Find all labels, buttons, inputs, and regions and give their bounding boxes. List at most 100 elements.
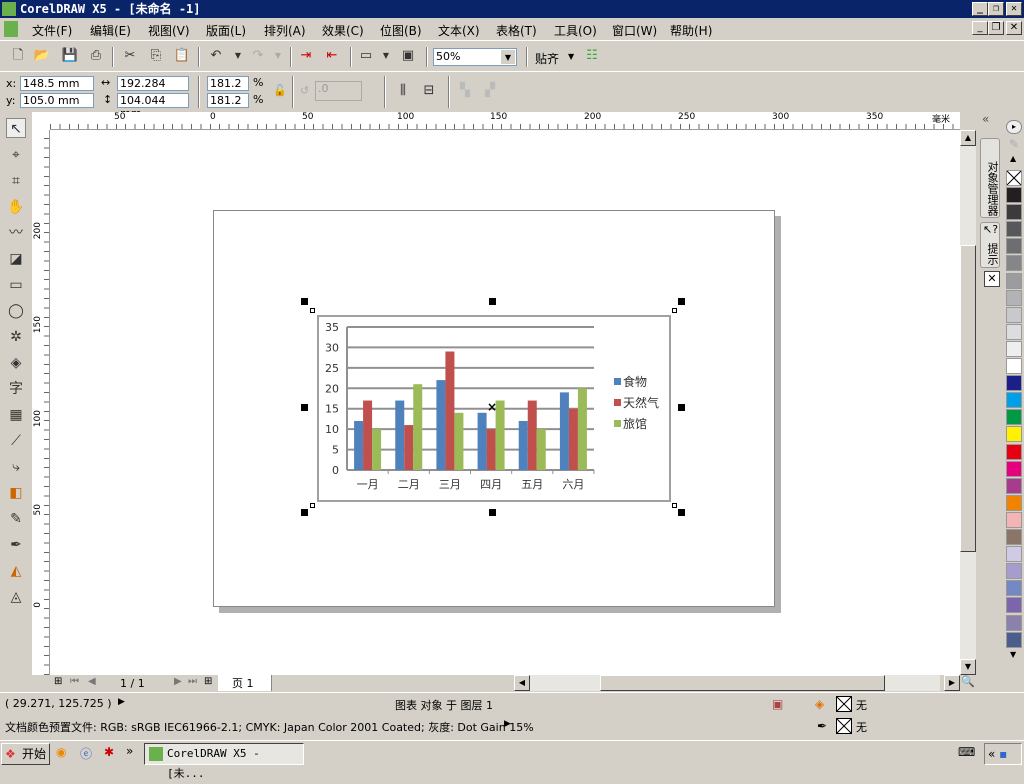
scroll-up-button[interactable]: ▲ [960, 130, 976, 146]
interactive-fill-icon[interactable]: ◬ [6, 587, 26, 607]
snap-dropdown-icon[interactable]: ▼ [568, 52, 574, 61]
node-handle[interactable] [672, 308, 677, 313]
fill-tool-icon[interactable]: ◭ [6, 561, 26, 581]
rotation-field[interactable]: .0 [315, 81, 362, 101]
zoom-level-select[interactable]: 50% ▼ [433, 48, 517, 66]
scale-y-field[interactable]: 181.2 [207, 93, 249, 108]
selection-handle[interactable] [678, 509, 685, 516]
close-docker-icon[interactable]: ✕ [984, 271, 1000, 287]
add-page-after-icon[interactable]: ⊞ [204, 676, 212, 687]
vertical-scrollbar[interactable]: ▲ ▼ [960, 130, 976, 675]
vertical-ruler[interactable]: 200 150 100 50 0 [32, 130, 50, 675]
undo-dropdown-icon[interactable]: ▼ [228, 46, 248, 66]
application-launcher-icon[interactable]: ▭ [356, 46, 376, 66]
scroll-left-button[interactable]: ◀ [514, 675, 530, 691]
menu-window[interactable]: 窗口(W) [612, 22, 657, 39]
palette-swatch[interactable] [1006, 272, 1022, 289]
eyedropper-palette-icon[interactable]: ✎ [1009, 137, 1019, 151]
menu-layout[interactable]: 版面(L) [206, 22, 246, 39]
freehand-tool-icon[interactable]: 〰 [6, 223, 26, 243]
menu-bitmaps[interactable]: 位图(B) [380, 22, 422, 39]
fill-swatch[interactable] [836, 696, 852, 712]
menu-help[interactable]: 帮助(H) [670, 22, 712, 39]
keyboard-icon[interactable]: ⌨ [958, 745, 975, 759]
palette-swatch[interactable] [1006, 443, 1022, 460]
quicklaunch-icon[interactable]: ✱ [104, 745, 114, 759]
first-page-icon[interactable]: ⏮ [70, 676, 79, 687]
maximize-button[interactable]: ❐ [988, 2, 1004, 16]
smart-fill-icon[interactable]: ◪ [6, 249, 26, 269]
rectangle-tool-icon[interactable]: ▭ [6, 275, 26, 295]
dimension-tool-icon[interactable]: ⟋ [6, 431, 26, 451]
horizontal-scrollbar[interactable] [530, 675, 940, 691]
redo-icon[interactable]: ↷ [248, 46, 268, 66]
polygon-tool-icon[interactable]: ✲ [6, 327, 26, 347]
add-page-icon[interactable]: ⊞ [54, 676, 62, 687]
print-icon[interactable]: ⎙ [86, 46, 106, 66]
palette-swatch[interactable] [1006, 631, 1022, 648]
welcome-screen-icon[interactable]: ▣ [398, 46, 418, 66]
palette-swatch[interactable] [1006, 221, 1022, 238]
shape-tool-icon[interactable]: ⌖ [6, 145, 26, 165]
palette-swatch[interactable] [1006, 323, 1022, 340]
h-scroll-thumb[interactable] [600, 675, 885, 691]
selection-handle[interactable] [678, 298, 685, 305]
palette-scroll-up-icon[interactable]: ▲ [1010, 154, 1016, 163]
palette-swatch[interactable] [1006, 375, 1022, 392]
menu-edit[interactable]: 编辑(E) [90, 22, 131, 39]
node-handle[interactable] [310, 503, 315, 508]
quicklaunch-more-icon[interactable]: » [126, 744, 133, 758]
palette-swatch[interactable] [1006, 494, 1022, 511]
last-page-icon[interactable]: ⏭ [188, 676, 197, 687]
palette-swatch[interactable] [1006, 529, 1022, 545]
snap-to-button[interactable]: 贴齐 [535, 50, 559, 67]
palette-swatch[interactable] [1006, 358, 1022, 374]
lock-ratio-icon[interactable]: 🔓 [273, 84, 287, 97]
connector-tool-icon[interactable]: ⤷ [6, 457, 26, 477]
new-icon[interactable]: 🗋 [8, 46, 28, 66]
ruler-origin[interactable] [32, 112, 50, 130]
launcher-dropdown-icon[interactable]: ▼ [376, 46, 396, 66]
palette-swatch[interactable] [1006, 597, 1022, 614]
palette-swatch[interactable] [1006, 392, 1022, 409]
palette-swatch[interactable] [1006, 255, 1022, 272]
menu-effects[interactable]: 效果(C) [322, 22, 364, 39]
doc-close-button[interactable]: ✕ [1006, 21, 1022, 35]
palette-menu-icon[interactable]: ▸ [1006, 120, 1022, 134]
palette-swatch[interactable] [1006, 187, 1022, 203]
node-handle[interactable] [672, 503, 677, 508]
text-tool-icon[interactable]: 字 [6, 379, 26, 399]
menu-text[interactable]: 文本(X) [438, 22, 480, 39]
color-proof-icon[interactable]: ▣ [772, 697, 783, 711]
export-icon[interactable]: ⇤ [322, 46, 342, 66]
menu-tools[interactable]: 工具(O) [554, 22, 597, 39]
media-player-icon[interactable]: ◉ [56, 745, 66, 759]
page-tab[interactable]: 页 1 [218, 675, 272, 691]
pan-tool-icon[interactable]: ✋ [6, 197, 26, 217]
palette-swatch[interactable] [1006, 306, 1022, 323]
import-icon[interactable]: ⇥ [296, 46, 316, 66]
palette-swatch[interactable] [1006, 238, 1022, 255]
palette-swatch[interactable] [1006, 563, 1022, 580]
zoom-navigator-icon[interactable]: 🔍 [961, 675, 975, 688]
height-field[interactable]: 104.044 mm [117, 93, 189, 120]
eyedropper-icon[interactable]: ✎ [6, 509, 26, 529]
scroll-down-button[interactable]: ▼ [960, 659, 976, 675]
y-position-field[interactable]: 105.0 mm [20, 93, 94, 108]
menu-arrange[interactable]: 排列(A) [264, 22, 306, 39]
crop-tool-icon[interactable]: ⌗ [6, 171, 26, 191]
prev-page-icon[interactable]: ◀ [88, 676, 96, 687]
network-icon[interactable]: ▪ [999, 747, 1007, 761]
cut-icon[interactable]: ✂ [120, 46, 140, 66]
mirror-horizontal-icon[interactable]: ⫼ [393, 81, 413, 101]
undo-icon[interactable]: ↶ [206, 46, 226, 66]
outline-pen-icon[interactable]: ✒ [6, 535, 26, 555]
object-manager-tab[interactable]: 对象管理器 [980, 138, 1000, 218]
menu-file[interactable]: 文件(F) [32, 22, 72, 39]
palette-swatch[interactable] [1006, 409, 1022, 426]
menu-table[interactable]: 表格(T) [496, 22, 537, 39]
selection-handle[interactable] [301, 298, 308, 305]
blend-tool-icon[interactable]: ◧ [6, 483, 26, 503]
tray-expand-icon[interactable]: « [988, 747, 995, 761]
open-icon[interactable]: 📂 [32, 46, 52, 66]
